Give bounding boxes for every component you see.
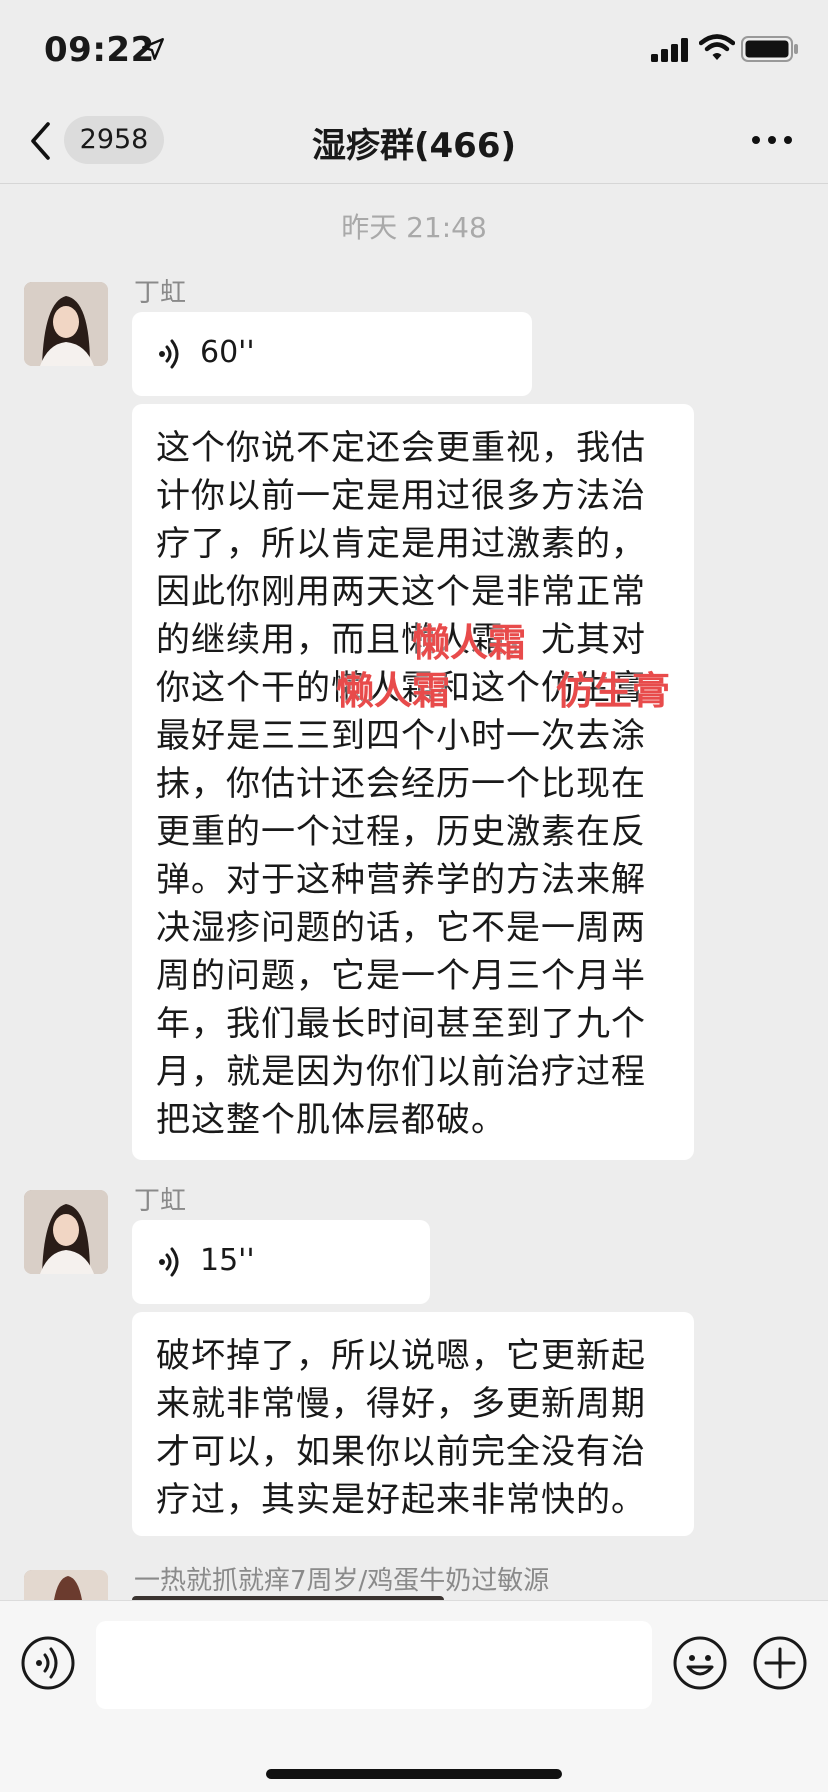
message-text-line: 周的问题，它是一个月三个月半 bbox=[156, 956, 646, 996]
red-product-overlay: 懒人霜 bbox=[336, 669, 451, 713]
message-text-line: 因此你刚用两天这个是非常正常 bbox=[156, 572, 646, 612]
message-text-line: 年，我们最长时间甚至到了九个 bbox=[156, 1004, 646, 1044]
battery-icon bbox=[741, 36, 798, 62]
message-text-line: 疗了，所以肯定是用过激素的， bbox=[156, 524, 646, 564]
emoji-icon[interactable] bbox=[672, 1635, 728, 1691]
chat-header: 2958 湿疹群(466) bbox=[0, 100, 828, 184]
status-time: 09:22 bbox=[44, 30, 155, 70]
avatar-portrait-icon bbox=[24, 282, 108, 366]
voice-input-toggle-icon[interactable] bbox=[20, 1635, 76, 1691]
voice-wave-icon bbox=[159, 339, 179, 369]
avatar-portrait-icon bbox=[24, 1190, 108, 1274]
voice-message-bubble[interactable]: 60'' bbox=[132, 312, 532, 396]
message-text-line: 更重的一个过程，历史激素在反 bbox=[156, 812, 646, 852]
message-input[interactable] bbox=[96, 1621, 652, 1709]
location-arrow-icon bbox=[142, 38, 164, 60]
transcription-bubble[interactable]: 破坏掉了，所以说嗯，它更新起 来就非常慢，得好，多更新周期 才可以，如果你以前完… bbox=[132, 1312, 694, 1536]
message-text-line: 抹，你估计还会经历一个比现在 bbox=[156, 764, 646, 804]
message-text-line: 这个你说不定还会更重视，我估 bbox=[156, 428, 646, 468]
message-text-line: 把这整个肌体层都破。 bbox=[156, 1100, 506, 1140]
chat-input-bar bbox=[0, 1600, 828, 1792]
more-options-icon[interactable] bbox=[750, 134, 794, 146]
message-text-line: 决湿疹问题的话，它不是一周两 bbox=[156, 908, 646, 948]
message-text-line: 来就非常慢，得好，多更新周期 bbox=[156, 1384, 646, 1424]
message-text-line: 最好是三三到四个小时一次去涂 bbox=[156, 716, 646, 756]
message-text-line: 疗过，其实是好起来非常快的。 bbox=[156, 1480, 646, 1520]
wifi-icon bbox=[699, 34, 735, 60]
back-chevron-icon[interactable] bbox=[28, 120, 54, 162]
voice-wave-icon bbox=[159, 1247, 179, 1277]
message-text-line: 弹。对于这种营养学的方法来解 bbox=[156, 860, 646, 900]
sender-name: 一热就抓就痒7周岁/鸡蛋牛奶过敏源 bbox=[134, 1566, 550, 1596]
avatar-portrait-icon bbox=[24, 1570, 108, 1600]
unread-count-badge[interactable]: 2958 bbox=[64, 116, 164, 164]
voice-message-bubble[interactable]: 15'' bbox=[132, 1220, 430, 1304]
sender-name: 丁虹 bbox=[134, 1186, 187, 1216]
message-text-line: 才可以，如果你以前完全没有治 bbox=[156, 1432, 646, 1472]
message-text-line: 破坏掉了，所以说嗯，它更新起 bbox=[156, 1336, 646, 1376]
voice-duration: 60'' bbox=[200, 335, 255, 370]
message-text-line: 计你以前一定是用过很多方法治 bbox=[156, 476, 646, 516]
sender-avatar[interactable] bbox=[24, 282, 108, 366]
message-text-line: 月，就是因为你们以前治疗过程 bbox=[156, 1052, 646, 1092]
transcription-bubble[interactable]: 这个你说不定还会更重视，我估 计你以前一定是用过很多方法治 疗了，所以肯定是用过… bbox=[132, 404, 694, 1160]
cellular-signal-icon bbox=[651, 38, 688, 62]
sender-avatar[interactable] bbox=[24, 1570, 108, 1600]
red-product-overlay: 仿生膏 bbox=[556, 669, 671, 713]
plus-icon[interactable] bbox=[752, 1635, 808, 1691]
status-bar: 09:22 bbox=[0, 0, 828, 100]
home-indicator bbox=[266, 1769, 562, 1779]
chat-title: 湿疹群(466) bbox=[311, 126, 517, 166]
voice-duration: 15'' bbox=[200, 1243, 255, 1278]
message-timestamp: 昨天 21:48 bbox=[341, 211, 487, 244]
red-product-overlay: 懒人霜 bbox=[412, 621, 527, 665]
sender-avatar[interactable] bbox=[24, 1190, 108, 1274]
sender-name: 丁虹 bbox=[134, 278, 187, 308]
